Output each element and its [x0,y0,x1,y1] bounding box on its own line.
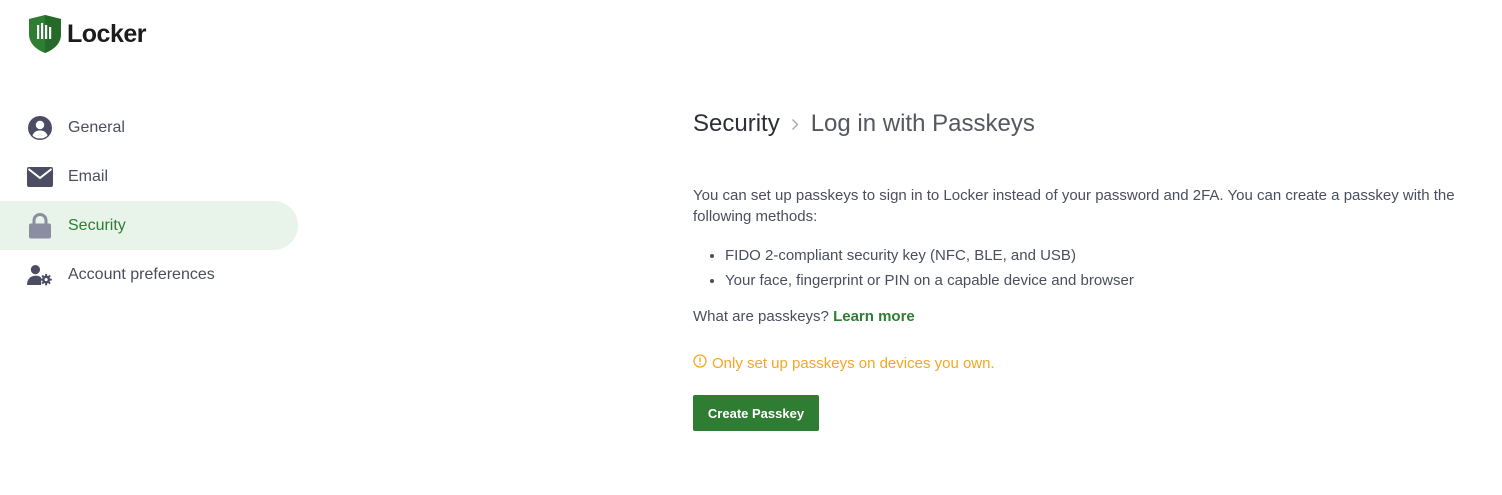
sidebar-item-label: Security [68,216,126,234]
logo[interactable]: Locker [28,14,146,54]
page-title: Log in with Passkeys [810,110,1035,137]
sidebar-item-email[interactable]: Email [0,152,298,201]
info-circle-icon [693,354,712,372]
warning-message: Only set up passkeys on devices you own. [693,353,1493,373]
warning-text: Only set up passkeys on devices you own. [712,354,995,372]
learn-more-link[interactable]: Learn more [833,308,915,325]
shield-logo-icon [28,14,62,54]
chevron-right-icon [791,118,799,131]
list-item: FIDO 2-compliant security key (NFC, BLE,… [725,243,1493,268]
sidebar-item-general[interactable]: General [0,103,298,152]
app-root: Locker General Email Security Account pr… [0,0,1502,495]
sidebar-item-label: Email [68,167,109,185]
lock-icon [27,212,53,239]
sidebar: General Email Security Account preferenc… [0,103,298,299]
envelope-icon [27,164,53,190]
user-gear-icon [27,262,53,288]
logo-text: Locker [67,19,146,48]
sidebar-item-label: General [68,118,125,136]
intro-text: You can set up passkeys to sign in to Lo… [693,187,1455,225]
sidebar-item-account-preferences[interactable]: Account preferences [0,250,298,299]
sidebar-item-security[interactable]: Security [0,201,298,250]
main-content: Security Log in with Passkeys You can se… [693,108,1493,431]
user-circle-icon [27,115,53,141]
create-passkey-button[interactable]: Create Passkey [693,395,819,431]
breadcrumb: Security Log in with Passkeys [693,108,1493,140]
list-item: Your face, fingerprint or PIN on a capab… [725,268,1493,293]
question-text: What are passkeys? [693,308,829,325]
passkeys-question: What are passkeys? Learn more [693,308,1493,328]
methods-list: FIDO 2-compliant security key (NFC, BLE,… [693,243,1493,293]
breadcrumb-security-link[interactable]: Security [693,110,780,138]
sidebar-item-label: Account preferences [68,265,215,283]
